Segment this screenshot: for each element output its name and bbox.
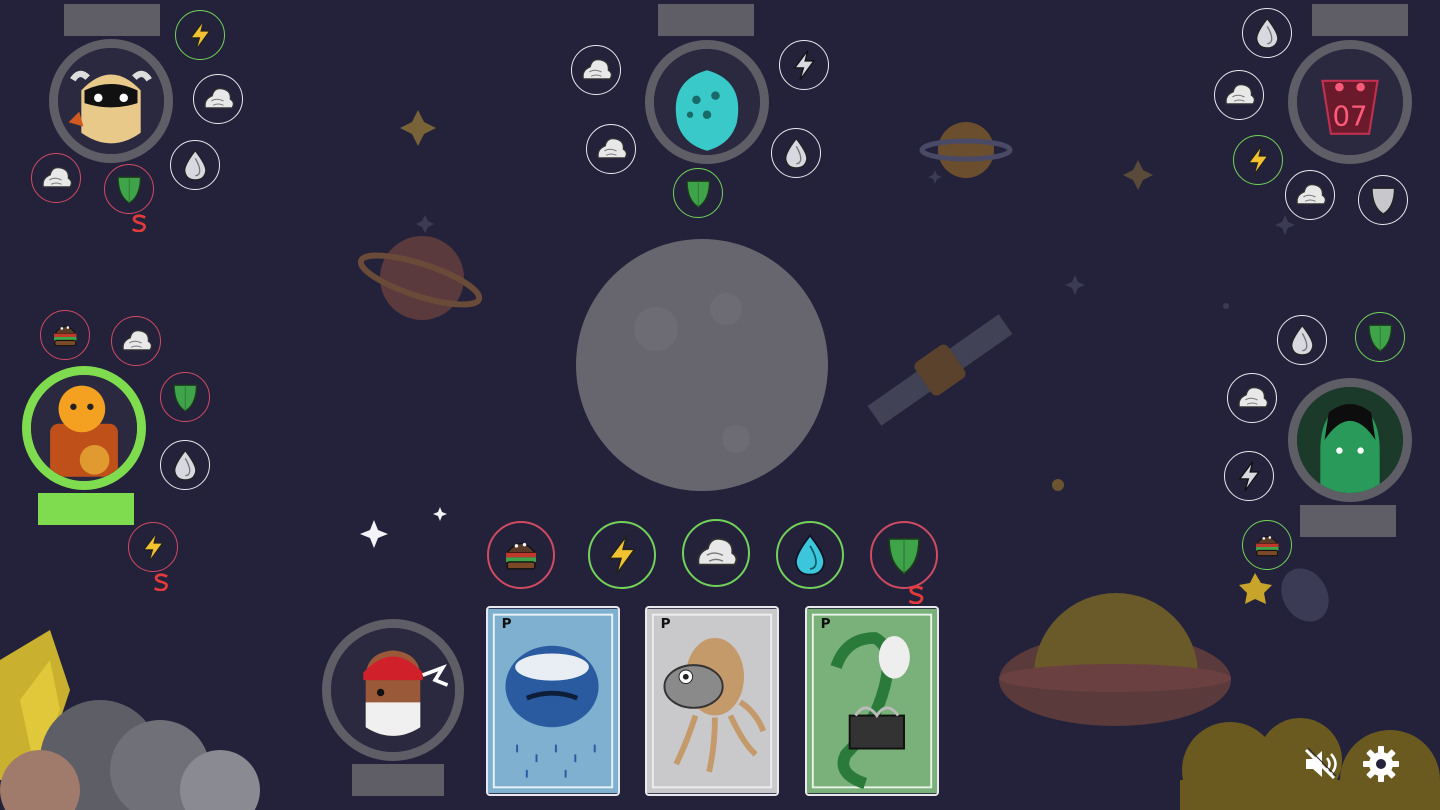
burger-icon (48, 318, 83, 353)
player-top-right-avatar[interactable]: 07 (1288, 40, 1412, 164)
settings-button[interactable] (1359, 742, 1403, 786)
top-left-token-lightning[interactable] (175, 10, 225, 60)
water-drop-icon (787, 532, 833, 578)
left-token-shield[interactable] (160, 372, 210, 422)
rock-icon (579, 53, 614, 88)
octopus-card: P (647, 608, 777, 794)
right-token-shield[interactable] (1355, 312, 1405, 362)
shield-icon (1363, 320, 1398, 355)
top-center-token-lightning[interactable] (779, 40, 829, 90)
lizard-card: P (807, 608, 937, 794)
center-pile[interactable] (576, 239, 828, 491)
lightning-icon (787, 48, 822, 83)
orange-robot-avatar (31, 375, 137, 481)
rock-icon (201, 82, 236, 117)
player-top-left-avatar[interactable] (49, 39, 173, 163)
lightning-icon (599, 532, 645, 578)
player-right-name (1300, 505, 1396, 537)
water-drop-icon (1250, 16, 1285, 51)
right-token-lightning[interactable] (1224, 451, 1274, 501)
left-token-burger[interactable] (40, 310, 90, 360)
top-right-token-rock-2[interactable] (1285, 170, 1335, 220)
card-letter: P (502, 616, 512, 632)
top-left-token-rock-2[interactable] (31, 153, 81, 203)
gear-icon (1363, 746, 1399, 782)
card-letter: P (821, 616, 831, 632)
lightning-icon (183, 18, 218, 53)
water-drop-icon (168, 448, 203, 483)
rock-icon (1293, 178, 1328, 213)
player-top-right-name (1312, 4, 1408, 36)
top-center-token-rock[interactable] (571, 45, 621, 95)
rock-icon (1222, 78, 1257, 113)
blue-alien-avatar (654, 49, 760, 155)
bandana-avatar (331, 628, 455, 752)
player-top-center-name (658, 4, 754, 36)
player-top-left-name (64, 4, 160, 36)
hand-card-octopus[interactable]: P (645, 606, 779, 796)
lightning-icon (1232, 459, 1267, 494)
rock-icon (119, 324, 154, 359)
shield-icon (1366, 183, 1401, 218)
self-token-lightning[interactable] (588, 521, 656, 589)
shield-icon (168, 380, 203, 415)
right-token-drop[interactable] (1277, 315, 1327, 365)
player-left-name (38, 493, 134, 525)
top-left-token-rock[interactable] (193, 74, 243, 124)
top-center-token-drop[interactable] (771, 128, 821, 178)
player-bottom-name (352, 764, 444, 796)
rock-icon (39, 161, 74, 196)
water-drop-icon (178, 148, 213, 183)
red-demon-avatar: 07 (1297, 49, 1403, 155)
green-helmet-avatar (1297, 387, 1403, 493)
top-right-token-shield[interactable] (1358, 175, 1408, 225)
card-letter: P (661, 616, 671, 632)
player-bottom-avatar[interactable] (322, 619, 464, 761)
left-token-rock[interactable] (111, 316, 161, 366)
rock-icon (594, 132, 629, 167)
left-token-drop[interactable] (160, 440, 210, 490)
top-center-token-rock-2[interactable] (586, 124, 636, 174)
viking-avatar (58, 48, 164, 154)
pufferfish-card: P (488, 608, 618, 794)
right-token-burger[interactable] (1242, 520, 1292, 570)
svg-text:07: 07 (1332, 100, 1367, 132)
self-token-burger[interactable] (487, 521, 555, 589)
top-right-token-drop[interactable] (1242, 8, 1292, 58)
poison-s-icon (896, 566, 934, 604)
water-drop-icon (779, 136, 814, 171)
lightning-icon (1241, 143, 1276, 178)
self-token-drop[interactable] (776, 521, 844, 589)
top-left-token-drop[interactable] (170, 140, 220, 190)
rock-icon (693, 530, 739, 576)
poison-s-icon (120, 196, 156, 232)
self-token-rock[interactable] (682, 519, 750, 587)
poison-s-icon (142, 555, 178, 591)
water-drop-icon (1285, 323, 1320, 358)
top-right-token-rock[interactable] (1214, 70, 1264, 120)
player-left-avatar[interactable] (22, 366, 146, 490)
player-top-center-avatar[interactable] (645, 40, 769, 164)
player-right-avatar[interactable] (1288, 378, 1412, 502)
right-token-rock[interactable] (1227, 373, 1277, 423)
hand-card-pufferfish[interactable]: P (486, 606, 620, 796)
mute-button[interactable] (1298, 742, 1342, 786)
mute-icon (1304, 747, 1337, 780)
hand-card-lizard[interactable]: P (805, 606, 939, 796)
top-center-token-shield[interactable] (673, 168, 723, 218)
rock-icon (1235, 381, 1270, 416)
empty-pile-icon (634, 293, 750, 453)
top-right-token-lightning[interactable] (1233, 135, 1283, 185)
burger-icon (1250, 528, 1285, 563)
burger-icon (498, 532, 544, 578)
shield-icon (681, 176, 716, 211)
